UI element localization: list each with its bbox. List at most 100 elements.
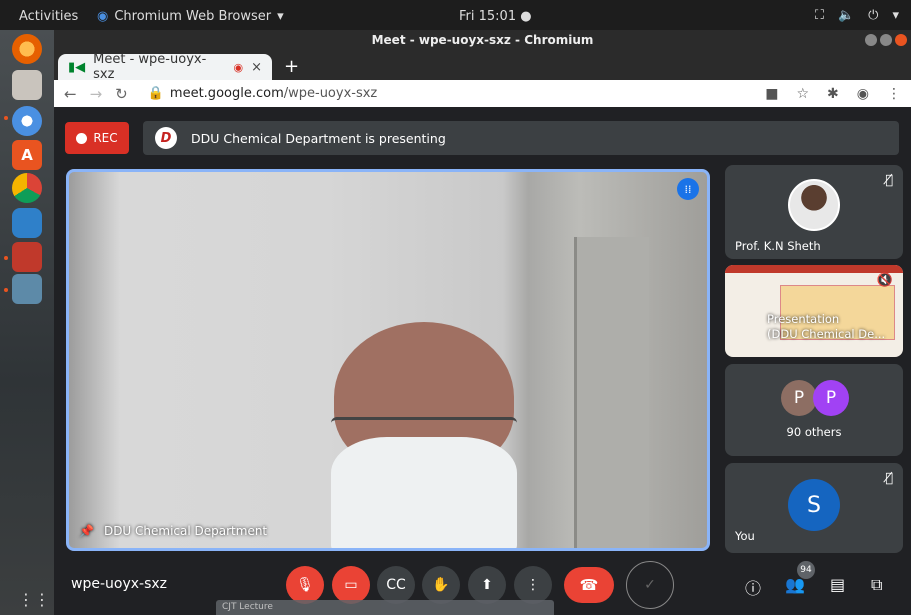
taskbar-shelf: CJT Lecture <box>216 600 554 615</box>
bookmark-star-icon[interactable]: ☆ <box>796 86 809 102</box>
ring-button[interactable]: ✓ <box>626 561 674 609</box>
phone-hangup-icon: ☎ <box>579 576 599 594</box>
running-indicator <box>4 256 8 260</box>
profile-icon[interactable]: ◉ <box>857 86 869 102</box>
mic-off-icon: 🎙̸ <box>885 471 893 486</box>
ubuntu-dock: A ⋮⋮⋮ <box>0 30 66 615</box>
extensions-icon[interactable]: ✱ <box>827 86 839 102</box>
presentation-tile[interactable]: 🔇 Presentation (DDU Chemical De... <box>725 265 903 357</box>
captions-icon: CC <box>386 577 406 593</box>
meeting-details-icon[interactable]: ⓘ <box>745 575 761 599</box>
background-door <box>574 237 649 548</box>
main-video-tile[interactable]: ⁞⁞ 📌 DDU Chemical Department <box>66 169 710 551</box>
power-icon: ⏻ <box>868 8 879 23</box>
forward-icon[interactable]: → <box>90 85 103 103</box>
window-controls <box>865 34 907 46</box>
address-bar[interactable]: 🔒 meet.google.com/wpe-uoyx-sxz <box>148 86 378 101</box>
avatar <box>788 179 840 231</box>
main-tile-namebar: 📌 DDU Chemical Department <box>79 524 267 538</box>
chrome-icon[interactable] <box>12 173 42 203</box>
shelf-text: CJT Lecture <box>222 602 273 612</box>
software-center-icon[interactable]: A <box>12 140 42 170</box>
avatar: P <box>781 380 817 416</box>
captions-button[interactable]: CC <box>377 566 415 604</box>
more-options-button[interactable]: ⋮ <box>514 566 552 604</box>
close-tab-icon[interactable]: × <box>251 60 262 75</box>
participant-name: Prof. K.N Sheth <box>735 239 821 253</box>
toolbar-right: ■ ☆ ✱ ◉ ⋮ <box>765 86 901 102</box>
recording-indicator-icon: ◉ <box>233 60 244 74</box>
url-host: meet.google.com <box>169 86 284 101</box>
clock[interactable]: Fri 15:01 ● <box>459 9 532 24</box>
tab-meet[interactable]: ▮◀ Meet - wpe-uoyx-sxz ◉ × <box>58 52 272 82</box>
present-icon: ⬆ <box>481 577 493 593</box>
chat-icon[interactable]: ▤ <box>830 575 845 594</box>
running-indicator <box>4 116 8 120</box>
hand-icon: ✋ <box>432 577 450 593</box>
participants-count-badge: 94 <box>797 561 815 579</box>
chevron-down-icon: ▾ <box>277 9 284 24</box>
raise-hand-button[interactable]: ✋ <box>422 566 460 604</box>
activities-icon[interactable]: ⧉ <box>871 575 882 595</box>
speaking-indicator-icon: ⁞⁞ <box>677 178 699 200</box>
chromium-icon: ◉ <box>97 9 109 24</box>
rec-label: REC <box>93 131 118 145</box>
reload-icon[interactable]: ↻ <box>115 85 128 103</box>
image-viewer-icon[interactable] <box>12 274 42 304</box>
camera-toggle-button[interactable]: ▭ <box>332 566 370 604</box>
tab-title: Meet - wpe-uoyx-sxz <box>93 52 207 82</box>
slide-header-bar <box>725 265 903 273</box>
lock-icon: 🔒 <box>147 86 164 101</box>
back-icon[interactable]: ← <box>64 85 77 103</box>
meet-favicon-icon: ▮◀ <box>68 59 86 75</box>
camera-indicator-icon[interactable]: ■ <box>765 86 778 102</box>
gnome-top-bar: Activities ◉ Chromium Web Browser ▾ Fri … <box>0 0 911 30</box>
presentation-label-line2: (DDU Chemical De... <box>767 327 886 341</box>
new-tab-button[interactable]: + <box>284 56 299 77</box>
volume-icon: 🔈 <box>837 8 855 23</box>
tray-chevron-icon: ▾ <box>892 8 899 23</box>
network-icon: ⛶ <box>814 8 824 23</box>
mic-toggle-button[interactable]: 🎙 <box>286 566 324 604</box>
recording-badge[interactable]: REC <box>65 122 129 154</box>
pin-icon[interactable]: 📌 <box>79 524 94 538</box>
firefox-icon[interactable] <box>12 34 42 64</box>
maximize-icon[interactable] <box>880 34 892 46</box>
browser-window: Meet - wpe-uoyx-sxz - Chromium ▮◀ Meet -… <box>54 30 911 615</box>
system-tray[interactable]: ⛶ 🔈 ⏻ ▾ <box>815 8 899 23</box>
toolbar: ← → ↻ 🔒 meet.google.com/wpe-uoyx-sxz ■ ☆… <box>54 80 911 107</box>
tab-strip: ▮◀ Meet - wpe-uoyx-sxz ◉ × + <box>54 51 911 82</box>
participant-tile-sheth[interactable]: 🎙̸ Prof. K.N Sheth <box>725 165 903 259</box>
meeting-code[interactable]: wpe-uoyx-sxz <box>71 576 167 592</box>
camera-off-icon: ▭ <box>344 577 358 593</box>
chromium-dock-icon[interactable] <box>12 106 42 136</box>
present-button[interactable]: ⬆ <box>468 566 506 604</box>
screen-recorder-icon[interactable] <box>12 242 42 272</box>
menu-kebab-icon[interactable]: ⋮ <box>887 86 901 102</box>
main-tile-name: DDU Chemical Department <box>103 524 268 538</box>
close-window-icon[interactable] <box>895 34 907 46</box>
files-icon[interactable] <box>12 70 42 100</box>
mic-off-icon: 🎙 <box>296 577 314 593</box>
nav-buttons: ← → ↻ <box>64 85 128 103</box>
leave-call-button[interactable]: ☎ <box>564 567 614 603</box>
minimize-icon[interactable] <box>865 34 877 46</box>
window-title: Meet - wpe-uoyx-sxz - Chromium <box>371 33 594 47</box>
more-vert-icon: ⋮ <box>526 577 540 593</box>
running-indicator <box>4 288 8 292</box>
check-icon: ✓ <box>644 577 656 593</box>
app-menu[interactable]: ◉ Chromium Web Browser ▾ <box>97 9 284 24</box>
virtualbox-icon[interactable] <box>12 208 42 238</box>
mic-off-icon: 🎙̸ <box>885 173 893 188</box>
self-tile[interactable]: 🎙̸ S You <box>725 463 903 553</box>
presenting-banner: D DDU Chemical Department is presenting <box>143 121 899 155</box>
activities-button[interactable]: Activities <box>19 9 78 24</box>
clock-text: Fri 15:01 <box>459 9 517 24</box>
notification-dot: ● <box>520 9 532 24</box>
others-tile[interactable]: P P 90 others <box>725 364 903 456</box>
audio-off-icon: 🔇 <box>876 273 893 288</box>
avatar: S <box>788 479 840 531</box>
window-titlebar: Meet - wpe-uoyx-sxz - Chromium <box>54 30 911 51</box>
presentation-label: Presentation (DDU Chemical De... <box>767 312 885 342</box>
presenting-text: DDU Chemical Department is presenting <box>191 130 446 146</box>
